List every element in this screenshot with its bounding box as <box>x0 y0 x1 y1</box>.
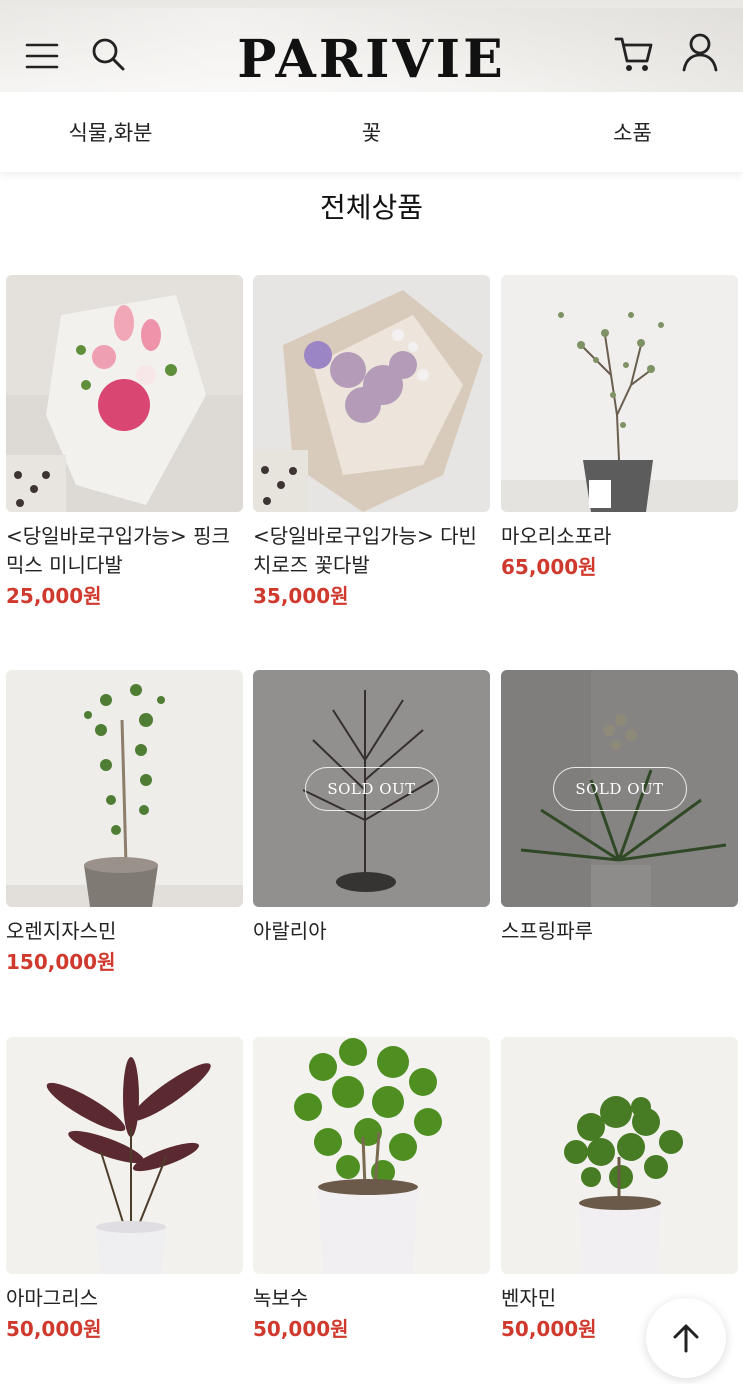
product-name[interactable]: <당일바로구입가능> 핑크믹스 미니다발 <box>6 522 243 580</box>
product-card[interactable]: 아마그리스 50,000원 <box>6 1037 243 1343</box>
product-image[interactable]: SOLD OUT <box>253 670 490 907</box>
product-price: 65,000원 <box>501 555 597 579</box>
product-name[interactable]: 스프링파루 <box>501 917 738 946</box>
category-plants[interactable]: 식물,화분 <box>0 92 261 172</box>
category-flowers[interactable]: 꽃 <box>261 92 482 172</box>
scroll-top-button[interactable] <box>646 1298 726 1378</box>
product-card[interactable]: 오렌지자스민 150,000원 <box>6 670 243 976</box>
soldout-badge: SOLD OUT <box>552 766 687 811</box>
product-price: 150,000원 <box>6 950 116 974</box>
product-card[interactable]: 벤자민 50,000원 <box>501 1037 738 1343</box>
product-image[interactable] <box>501 1037 738 1274</box>
product-card[interactable]: <당일바로구입가능> 다빈치로즈 꽃다발 35,000원 <box>253 275 490 610</box>
product-card[interactable]: 녹보수 50,000원 <box>253 1037 490 1343</box>
product-image[interactable]: SOLD OUT <box>501 670 738 907</box>
product-card[interactable]: 마오리소포라 65,000원 <box>501 275 738 581</box>
product-name[interactable]: 아마그리스 <box>6 1284 243 1313</box>
menu-icon[interactable] <box>22 36 62 76</box>
product-card[interactable]: SOLD OUT 아랄리아 <box>253 670 490 946</box>
product-price: 35,000원 <box>253 584 349 608</box>
cart-icon[interactable] <box>610 32 658 76</box>
search-icon[interactable] <box>86 32 130 76</box>
product-name[interactable]: 오렌지자스민 <box>6 917 243 946</box>
product-name[interactable]: 녹보수 <box>253 1284 490 1313</box>
product-price: 50,000원 <box>6 1317 102 1341</box>
logo[interactable]: PARIVIE <box>170 26 573 92</box>
category-goods[interactable]: 소품 <box>482 92 743 172</box>
product-card[interactable]: <당일바로구입가능> 핑크믹스 미니다발 25,000원 <box>6 275 243 610</box>
category-nav: 식물,화분 꽃 소품 <box>0 92 743 172</box>
product-price: 50,000원 <box>253 1317 349 1341</box>
product-card[interactable]: SOLD OUT 스프링파루 <box>501 670 738 946</box>
product-name[interactable]: <당일바로구입가능> 다빈치로즈 꽃다발 <box>253 522 490 580</box>
product-image[interactable] <box>6 275 243 512</box>
product-image[interactable] <box>501 275 738 512</box>
product-image[interactable] <box>253 1037 490 1274</box>
page-title: 전체상품 <box>319 191 424 224</box>
header: PARIVIE <box>0 0 743 92</box>
product-image[interactable] <box>6 670 243 907</box>
user-icon[interactable] <box>678 30 722 74</box>
product-name[interactable]: 아랄리아 <box>253 917 490 946</box>
product-name[interactable]: 마오리소포라 <box>501 522 738 551</box>
product-image[interactable] <box>6 1037 243 1274</box>
product-image[interactable] <box>253 275 490 512</box>
arrow-up-icon <box>673 1324 699 1353</box>
product-price: 25,000원 <box>6 584 102 608</box>
soldout-badge: SOLD OUT <box>304 766 439 811</box>
